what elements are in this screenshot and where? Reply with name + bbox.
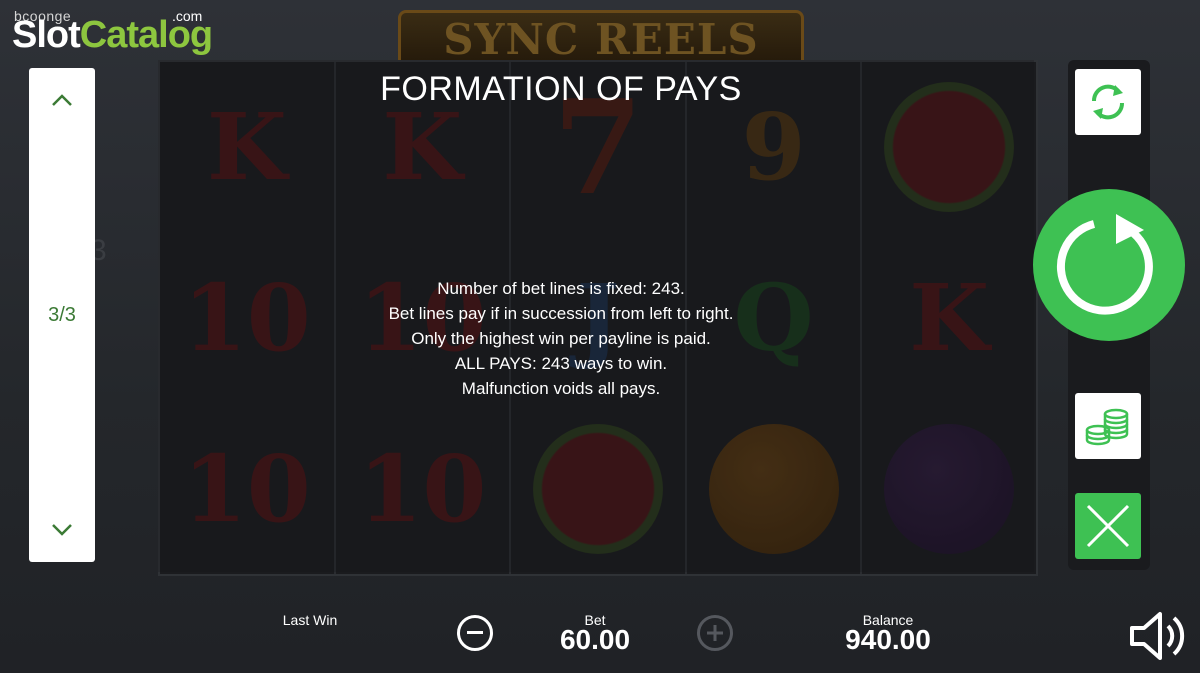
autoplay-button[interactable] [1075, 69, 1141, 135]
close-paytable-button[interactable] [1075, 493, 1141, 559]
autoplay-arrows-icon [1091, 84, 1125, 120]
chevron-up-icon [52, 94, 72, 106]
last-win-label: Last Win [282, 612, 338, 628]
bet-settings-button[interactable] [1075, 393, 1141, 459]
minus-circle-icon [467, 631, 483, 634]
logo-tld: .com [172, 8, 203, 24]
paytable-pager: 3/3 [29, 68, 95, 562]
plus-circle-icon [707, 625, 723, 641]
paytable-text: Number of bet lines is fixed: 243. Bet l… [300, 276, 822, 401]
logo-word-slot: Slot [12, 14, 81, 56]
paytable-line: Only the highest win per payline is paid… [411, 329, 711, 348]
paytable-line: Bet lines pay if in succession from left… [388, 304, 734, 323]
spin-button[interactable] [1033, 189, 1185, 341]
bet-decrease-button[interactable] [457, 615, 493, 651]
paytable-line: ALL PAYS: 243 ways to win. [454, 354, 668, 373]
bottom-bar: Last Win Bet 60.00 Balance 940.00 [0, 600, 1200, 673]
bet-increase-button[interactable] [697, 615, 733, 651]
sound-toggle-button[interactable] [1126, 604, 1190, 668]
bet-value: 60.00 [559, 624, 631, 655]
coins-stack-icon [1085, 408, 1129, 446]
paytable-title: FORMATION OF PAYS [380, 70, 742, 108]
paytable-line: Malfunction voids all pays. [461, 379, 661, 398]
page-down-button[interactable] [29, 510, 95, 550]
chevron-down-icon [52, 524, 72, 536]
page-up-button[interactable] [29, 80, 95, 120]
speaker-icon [1130, 612, 1185, 660]
paytable-line: Number of bet lines is fixed: 243. [437, 279, 685, 298]
balance-value: 940.00 [845, 624, 931, 655]
spin-arrow-icon [1056, 214, 1153, 315]
close-x-icon [1086, 504, 1130, 548]
page-indicator: 3/3 [48, 304, 76, 326]
